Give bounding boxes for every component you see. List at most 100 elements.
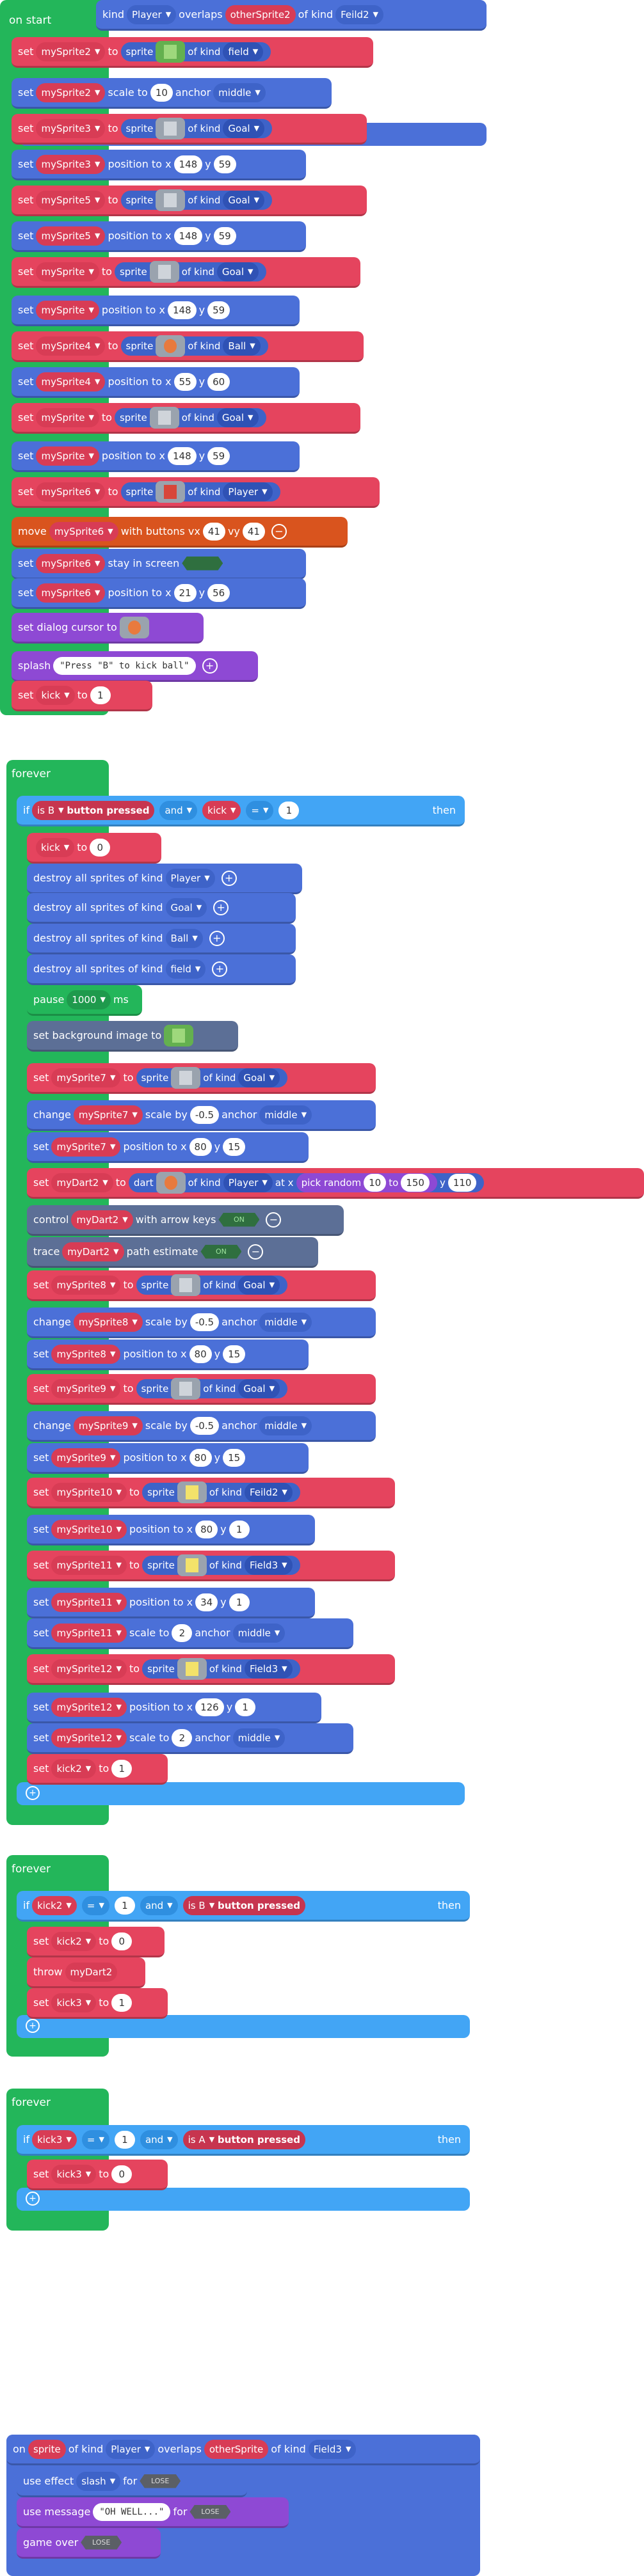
other-kind-dropdown[interactable]: Feild2 ▼	[335, 4, 384, 24]
set-scale-block[interactable]: set mySprite2 ▼ scale to 10 anchor middle…	[12, 78, 332, 109]
destroy-player-block[interactable]: destroy all sprites of kind Player ▼ +	[27, 864, 302, 894]
var-kick2[interactable]: kick2 ▼	[51, 1931, 97, 1951]
set-kick3-block[interactable]: set kick3 ▼ to 0	[27, 2160, 168, 2190]
is-button-pressed[interactable]: is A ▼ button pressed	[182, 2130, 305, 2149]
effect-dropdown[interactable]: slash ▼	[76, 2471, 121, 2491]
cursor-image-thumbnail[interactable]	[119, 616, 149, 638]
is-button-pressed[interactable]: is B ▼ button pressed	[182, 1895, 305, 1915]
var-mySprite3[interactable]: mySprite3 ▼	[36, 118, 106, 138]
set-position-block[interactable]: set mySprite7 ▼ position to x 80 y 15	[27, 1132, 309, 1163]
compare-value[interactable]: 1	[278, 801, 300, 819]
and-dropdown[interactable]: and ▼	[159, 800, 198, 820]
x-value[interactable]: 148	[167, 446, 197, 465]
y-value[interactable]: 60	[207, 372, 230, 391]
var-mySprite2[interactable]: mySprite2 ▼	[36, 42, 106, 61]
set-kick3-block[interactable]: set kick3 ▼ to 1	[27, 1988, 168, 2019]
y-value[interactable]: 15	[223, 1448, 246, 1467]
kind-player[interactable]: Player ▼	[223, 1173, 273, 1192]
var-mySprite9[interactable]: mySprite9 ▼	[51, 1448, 121, 1467]
kind-field[interactable]: field ▼	[165, 959, 206, 979]
set-position-block[interactable]: set mySprite12 ▼ position to x 126 y 1	[27, 1693, 321, 1723]
var-kick3[interactable]: kick3 ▼	[32, 2130, 77, 2149]
sprite-expr[interactable]: sprite of kind Ball ▼	[120, 335, 268, 357]
kick-value[interactable]: 0	[90, 838, 111, 857]
scale-value[interactable]: 10	[150, 83, 173, 102]
and-dropdown[interactable]: and ▼	[140, 2130, 178, 2149]
y-value[interactable]: 59	[213, 155, 236, 173]
kind-goal[interactable]: Goal ▼	[216, 262, 259, 281]
x-value[interactable]: 126	[195, 1698, 224, 1716]
background-image-thumbnail[interactable]	[164, 1024, 194, 1047]
stay-in-screen-block[interactable]: set mySprite6 ▼ stay in screen	[12, 549, 306, 580]
kind-field3[interactable]: Field3 ▼	[244, 1659, 293, 1679]
kind-ball[interactable]: Ball ▼	[165, 928, 203, 948]
kick2-value[interactable]: 1	[111, 1759, 133, 1778]
remove-circle-icon[interactable]: −	[266, 1212, 282, 1228]
var-mySprite6[interactable]: mySprite6 ▼	[36, 583, 106, 603]
destroy-ball-block[interactable]: destroy all sprites of kind Ball ▼ +	[27, 924, 296, 954]
x-value[interactable]: 80	[189, 1345, 212, 1363]
sprite-expr[interactable]: sprite of kind Goal ▼	[114, 260, 266, 283]
image-thumbnail[interactable]	[156, 40, 186, 63]
move-sprite-block[interactable]: move mySprite6 ▼ with buttons vx 41 vy 41…	[12, 517, 348, 548]
set-sprite-block[interactable]: set mySprite ▼ to sprite of kind Goal ▼	[12, 257, 360, 288]
image-thumbnail[interactable]	[156, 1171, 186, 1194]
var-sprite[interactable]: sprite	[28, 2439, 66, 2459]
anchor-dropdown[interactable]: middle ▼	[259, 1416, 312, 1435]
toggle-on[interactable]	[182, 556, 223, 571]
var-mySprite11[interactable]: mySprite11 ▼	[51, 1592, 127, 1612]
sprite-expr[interactable]: sprite of kind field ▼	[120, 40, 271, 63]
set-sprite4-block[interactable]: set mySprite4 ▼ to sprite of kind Ball ▼	[12, 331, 364, 362]
kind-goal[interactable]: Goal ▼	[165, 897, 207, 917]
pause-block[interactable]: pause 1000 ▼ ms	[27, 985, 142, 1016]
var-mySprite3[interactable]: mySprite3 ▼	[36, 154, 106, 174]
set-sprite7-block[interactable]: ifset mySprite7▼to spriteof kindGoal▼	[27, 1063, 376, 1094]
kind-goal[interactable]: Goal ▼	[238, 1379, 280, 1398]
min-value[interactable]: 10	[364, 1173, 387, 1192]
anchor-dropdown[interactable]: middle ▼	[232, 1728, 286, 1748]
vy-value[interactable]: 41	[242, 522, 265, 541]
image-thumbnail[interactable]	[177, 1657, 207, 1680]
var-myDart2[interactable]: myDart2 ▼	[71, 1210, 133, 1229]
y-value[interactable]: 59	[207, 301, 230, 319]
x-value[interactable]: 34	[195, 1593, 218, 1611]
y-value[interactable]: 110	[447, 1173, 477, 1192]
kind-goal[interactable]: Goal ▼	[216, 407, 259, 427]
set-sprite3-block[interactable]: set mySprite3 ▼ to sprite of kind Goal ▼	[12, 114, 367, 145]
if-block[interactable]: if kick3 ▼ = ▼ 1 and ▼ is A ▼ button pressed…	[17, 2125, 470, 2156]
max-value[interactable]: 150	[401, 1173, 430, 1192]
anchor-dropdown[interactable]: middle ▼	[259, 1105, 312, 1125]
anchor-dropdown[interactable]: middle ▼	[232, 1623, 286, 1643]
sprite-expr[interactable]: sprite of kind Goal ▼	[136, 1377, 288, 1400]
set-sprite8-block[interactable]: set mySprite8 ▼ to sprite of kind Goal ▼	[27, 1270, 376, 1301]
var-myDart2[interactable]: myDart2	[65, 1962, 118, 1982]
sprite-expr[interactable]: sprite of kind Field3 ▼	[142, 1554, 300, 1576]
set-sprite2-block[interactable]: set mySprite2 ▼ to sprite of kind field ▼	[12, 37, 373, 68]
set-position-block[interactable]: set mySprite5 ▼ position to x 148 y 59	[12, 221, 306, 252]
destroy-field-block[interactable]: destroy all sprites of kind field ▼ +	[27, 954, 296, 985]
message-text[interactable]: "OH WELL..."	[93, 2502, 171, 2521]
set-sprite10-block[interactable]: set mySprite10 ▼ to sprite of kind Feild2 ▼	[27, 1478, 395, 1508]
y-value[interactable]: 15	[223, 1345, 246, 1363]
var-myDart2[interactable]: myDart2 ▼	[51, 1173, 113, 1192]
var-kick3[interactable]: kick3 ▼	[51, 2164, 97, 2184]
toggle-on[interactable]: ON	[200, 1244, 242, 1259]
dart-expr[interactable]: dart of kind Player ▼ at x pick random 10 to 150…	[128, 1171, 485, 1194]
on-start-label[interactable]: on start	[9, 14, 51, 27]
set-sprite9-block[interactable]: set mySprite9 ▼ to sprite of kind Goal ▼	[27, 1374, 376, 1405]
lose-badge[interactable]: LOSE	[140, 2474, 181, 2488]
use-message-block[interactable]: use message "OH WELL..." for LOSE	[17, 2497, 289, 2528]
image-thumbnail[interactable]	[171, 1274, 201, 1296]
kind-dropdown[interactable]: Player ▼	[127, 4, 177, 24]
forever2-label[interactable]: forever	[12, 1863, 51, 1876]
add-else-icon[interactable]: +	[26, 2192, 40, 2206]
var-mySprite[interactable]: mySprite ▼	[36, 262, 99, 281]
var-myDart2[interactable]: myDart2 ▼	[62, 1242, 124, 1261]
set-position-block[interactable]: set mySprite4 ▼ position to x 55 y 60	[12, 367, 300, 398]
kick3-value[interactable]: 1	[111, 1993, 133, 2012]
game-over-block[interactable]: game over LOSE	[17, 2528, 161, 2559]
sprite-expr[interactable]: sprite of kind Goal ▼	[136, 1066, 288, 1089]
var-mySprite9[interactable]: mySprite9 ▼	[73, 1416, 143, 1435]
y-value[interactable]: 1	[235, 1698, 256, 1716]
var-mySprite12[interactable]: mySprite12 ▼	[51, 1659, 127, 1679]
